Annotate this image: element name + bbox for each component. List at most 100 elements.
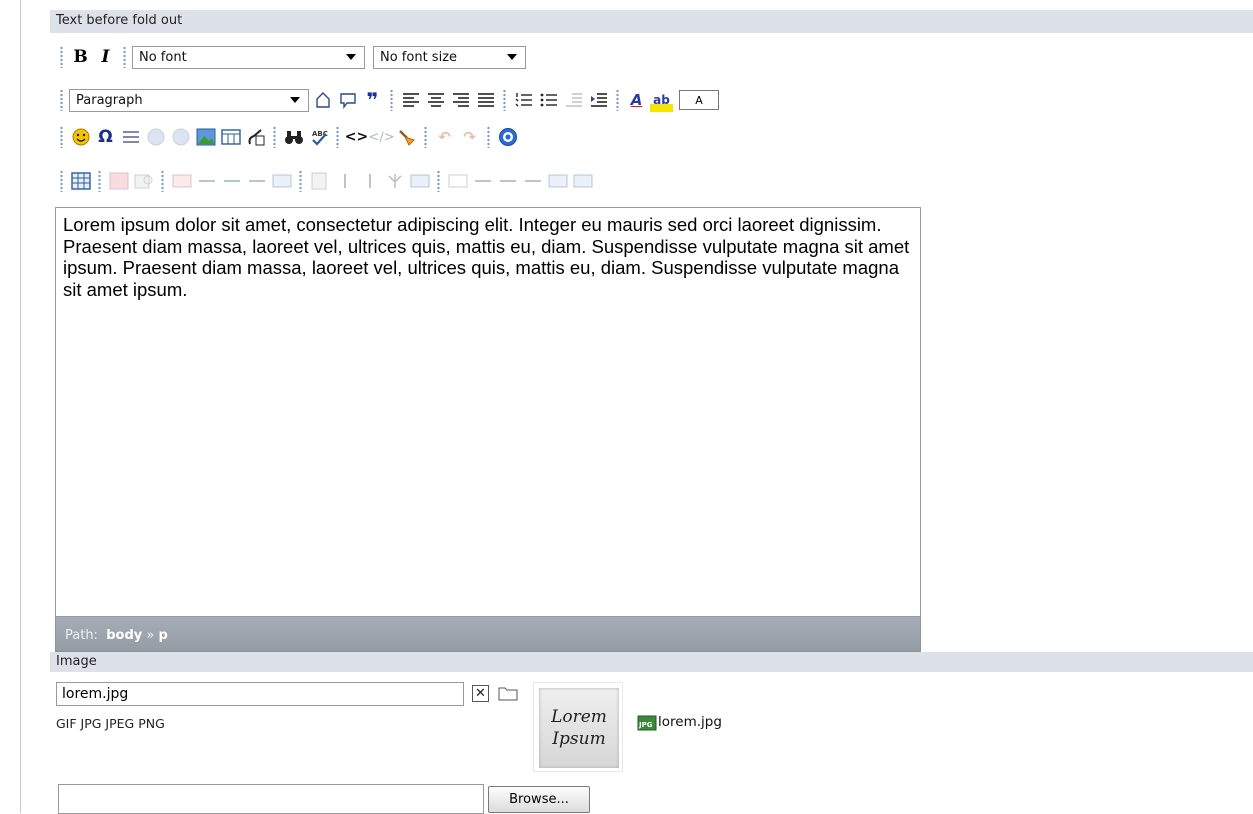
table-row-icon xyxy=(109,172,128,190)
toolbar-separator xyxy=(98,170,101,192)
editor-content-area[interactable]: Lorem ipsum dolor sit amet, consectetur … xyxy=(55,207,921,617)
speech-bubble-icon xyxy=(339,93,356,109)
upload-file-input[interactable] xyxy=(58,784,484,814)
path-separator: » xyxy=(146,628,155,643)
font-size-select[interactable]: No font size xyxy=(373,45,526,69)
html-code-button[interactable]: <∕> xyxy=(368,126,394,149)
thumbnail-text-line-2: Ipsum xyxy=(552,729,606,749)
browse-button[interactable]: Browse... xyxy=(488,786,590,813)
table-paste-row-button[interactable] xyxy=(521,170,544,193)
paste-word-button[interactable] xyxy=(244,126,267,149)
bold-button[interactable]: B xyxy=(69,46,92,69)
col-delete-icon xyxy=(368,174,371,188)
split-row-button[interactable] xyxy=(245,170,268,193)
redo-button[interactable]: ↷ xyxy=(458,126,481,149)
cell-props-button[interactable] xyxy=(132,170,155,193)
unordered-list-button[interactable] xyxy=(537,89,560,112)
insert-emoticon-button[interactable] xyxy=(69,126,92,149)
toolbar-separator xyxy=(616,89,619,111)
insert-table-button[interactable] xyxy=(219,126,242,149)
outdent-button[interactable] xyxy=(562,89,585,112)
col-grid-icon xyxy=(573,174,592,188)
insert-link-button[interactable] xyxy=(144,126,167,149)
table-row-grid-button[interactable] xyxy=(546,170,569,193)
toolbar-separator xyxy=(123,46,126,68)
help-icon xyxy=(498,128,517,146)
special-character-button[interactable]: Ω xyxy=(94,126,117,149)
image-filename-input[interactable]: lorem.jpg xyxy=(56,682,464,706)
insert-comment-button[interactable] xyxy=(336,89,359,112)
background-color-button[interactable]: ab xyxy=(650,88,673,112)
jpg-badge-text: JPG xyxy=(638,721,653,729)
page-left-border xyxy=(20,0,21,813)
toolbar-separator xyxy=(273,126,276,148)
table-cut-row-button[interactable] xyxy=(471,170,494,193)
cut-row-icon xyxy=(474,180,491,182)
align-center-button[interactable] xyxy=(424,89,447,112)
align-justify-button[interactable] xyxy=(474,89,497,112)
row-props-button[interactable] xyxy=(107,170,130,193)
table-delete-button[interactable] xyxy=(446,170,469,193)
globe-link-icon xyxy=(147,128,164,146)
ordered-list-button[interactable] xyxy=(512,89,535,112)
insert-image-button[interactable] xyxy=(194,126,217,149)
insert-col-before-button[interactable] xyxy=(308,170,331,193)
image-file-link[interactable]: lorem.jpg xyxy=(658,714,722,730)
insert-col-after-button[interactable] xyxy=(333,170,356,193)
split-cells-button[interactable] xyxy=(383,170,406,193)
table-col-grid-button[interactable] xyxy=(571,170,594,193)
merge-cells-button[interactable] xyxy=(408,170,431,193)
undo-button[interactable]: ↶ xyxy=(433,126,456,149)
font-family-value: No font xyxy=(139,49,187,65)
insert-anchor-button[interactable] xyxy=(311,89,334,112)
thumbnail-preview: Lorem Ipsum xyxy=(539,688,619,768)
close-icon: ✕ xyxy=(475,686,486,701)
unlink-button[interactable] xyxy=(169,126,192,149)
merge-row-button[interactable] xyxy=(270,170,293,193)
text-color-button[interactable]: A xyxy=(625,89,648,112)
font-family-select[interactable]: No font xyxy=(132,45,365,69)
text-section-header: Text before fold out xyxy=(50,10,1253,33)
table-cell-icon xyxy=(134,174,152,189)
image-thumbnail[interactable]: Lorem Ipsum xyxy=(533,682,623,772)
browse-folder-button[interactable] xyxy=(498,685,518,701)
insert-row-after-button[interactable] xyxy=(195,170,218,193)
path-item-p[interactable]: p xyxy=(159,628,168,643)
table-props-button[interactable] xyxy=(69,170,92,193)
clear-image-button[interactable]: ✕ xyxy=(472,685,489,702)
spellcheck-button[interactable]: ABC xyxy=(307,126,330,149)
row-delete-icon xyxy=(223,180,240,182)
split-cells-icon xyxy=(387,174,402,188)
blockquote-button[interactable]: ❞ xyxy=(361,88,384,112)
help-button[interactable] xyxy=(496,126,519,149)
row-after-icon xyxy=(198,180,215,182)
toolbar-separator xyxy=(487,126,490,148)
align-left-button[interactable] xyxy=(399,89,422,112)
cleanup-button[interactable] xyxy=(395,126,418,149)
italic-button[interactable]: I xyxy=(94,46,117,69)
toolbar-row-2: Paragraph ❞ A ab A xyxy=(56,83,719,117)
table-delete-icon xyxy=(448,174,467,188)
toolbar-separator xyxy=(336,126,339,148)
insert-row-before-button[interactable] xyxy=(170,170,193,193)
delete-row-button[interactable] xyxy=(220,170,243,193)
insert-horizontal-rule-button[interactable] xyxy=(119,126,142,149)
source-code-button[interactable]: <> xyxy=(345,126,368,149)
align-right-button[interactable] xyxy=(449,89,472,112)
block-format-select[interactable]: Paragraph xyxy=(69,88,309,112)
find-button[interactable] xyxy=(282,126,305,149)
table-copy-row-button[interactable] xyxy=(496,170,519,193)
globe-unlink-icon xyxy=(172,128,189,146)
allowed-file-types: GIF JPG JPEG PNG xyxy=(56,716,165,731)
color-swatch-button[interactable]: A xyxy=(679,90,719,110)
delete-col-button[interactable] xyxy=(358,170,381,193)
indent-button[interactable] xyxy=(587,89,610,112)
align-left-icon xyxy=(402,93,419,107)
path-item-body[interactable]: body xyxy=(106,628,142,643)
ordered-list-icon xyxy=(515,93,532,107)
image-section-header: Image xyxy=(50,652,1253,672)
copy-row-icon xyxy=(499,180,516,182)
toolbar-separator xyxy=(60,89,63,111)
toolbar-separator xyxy=(299,170,302,192)
toolbar-separator xyxy=(60,170,63,192)
